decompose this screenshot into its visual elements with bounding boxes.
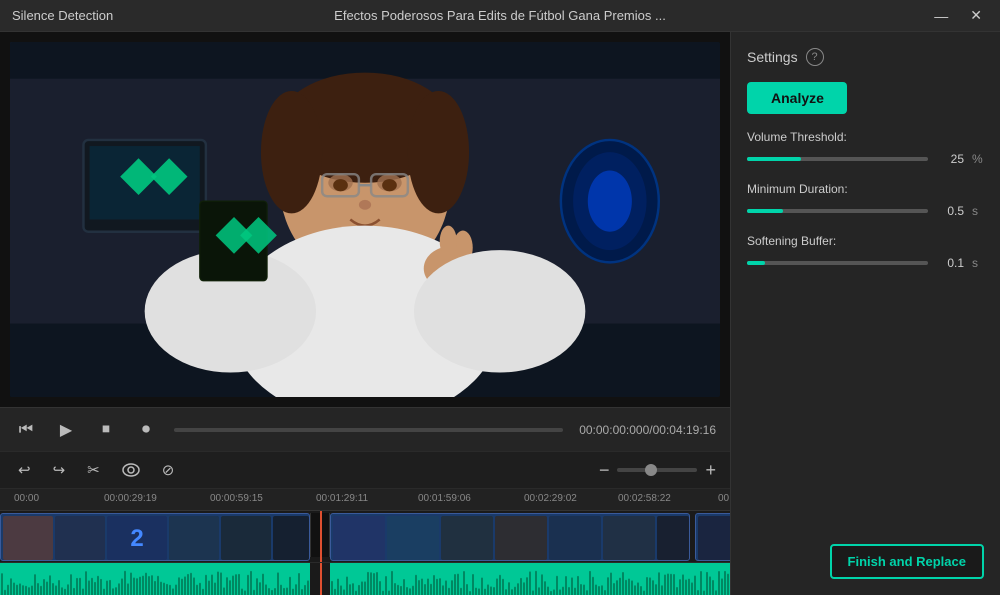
- timeline-area[interactable]: 00:00 00:00:29:19 00:00:59:15 00:01:29:1…: [0, 489, 730, 595]
- volume-threshold-unit: %: [972, 152, 984, 166]
- redo-button[interactable]: ↪: [49, 457, 70, 483]
- video-clip-2[interactable]: [330, 513, 690, 561]
- main-container: ⏮ ▶ ⏹ ⏺ 00:00:00:000/00:04:19:16 ↩ ↪ ✂ ⊘…: [0, 32, 1000, 595]
- audio-waveform-2: [330, 563, 730, 595]
- video-frame: [10, 42, 720, 397]
- softening-buffer-group: Softening Buffer: 0.1 s: [747, 234, 984, 270]
- settings-title: Settings: [747, 49, 798, 65]
- play-button[interactable]: ▶: [54, 418, 78, 442]
- min-duration-group: Minimum Duration: 0.5 s: [747, 182, 984, 218]
- help-icon[interactable]: ?: [806, 48, 824, 66]
- softening-buffer-row: 0.1 s: [747, 256, 984, 270]
- volume-threshold-group: Volume Threshold: 25 %: [747, 130, 984, 166]
- audio-waveform-1: [0, 563, 310, 595]
- edit-toolbar: ↩ ↪ ✂ ⊘ − +: [0, 451, 730, 489]
- audio-track: [0, 563, 730, 595]
- time-display: 00:00:00:000/00:04:19:16: [579, 423, 716, 437]
- ruler-mark-6: 00:02:58:22: [618, 493, 671, 504]
- progress-bar[interactable]: [174, 428, 563, 432]
- analyze-button[interactable]: Analyze: [747, 82, 847, 114]
- video-thumbnail: [10, 42, 720, 397]
- video-clip-3[interactable]: [695, 513, 730, 561]
- finish-replace-button[interactable]: Finish and Replace: [830, 544, 984, 579]
- view-button[interactable]: [118, 459, 144, 481]
- ruler-mark-4: 00:01:59:06: [418, 493, 471, 504]
- finish-btn-area: Finish and Replace: [747, 536, 984, 579]
- settings-header: Settings ?: [747, 48, 984, 66]
- min-duration-unit: s: [972, 204, 984, 218]
- video-clip-1[interactable]: 2: [0, 513, 310, 561]
- volume-threshold-value: 25: [936, 152, 964, 166]
- zoom-slider[interactable]: [617, 468, 697, 472]
- svg-text:2: 2: [130, 525, 143, 552]
- timeline-gap: [310, 513, 330, 557]
- min-duration-value: 0.5: [936, 204, 964, 218]
- ruler-mark-0: 00:00: [14, 493, 39, 504]
- playhead-audio: [320, 563, 322, 595]
- volume-threshold-track: [747, 157, 928, 161]
- right-panel: Settings ? Analyze Volume Threshold: 25 …: [730, 32, 1000, 595]
- close-button[interactable]: ✕: [964, 5, 988, 26]
- softening-buffer-track: [747, 261, 928, 265]
- loop-button[interactable]: ⏺: [134, 418, 158, 442]
- volume-threshold-row: 25 %: [747, 152, 984, 166]
- toolbar-right: − +: [599, 461, 716, 479]
- min-duration-row: 0.5 s: [747, 204, 984, 218]
- app-title: Silence Detection: [12, 8, 113, 23]
- min-duration-track: [747, 209, 928, 213]
- minimize-button[interactable]: —: [928, 5, 954, 26]
- zoom-out-button[interactable]: −: [599, 461, 610, 479]
- ruler-mark-5: 00:02:29:02: [524, 493, 577, 504]
- video-title: Efectos Poderosos Para Edits de Fútbol G…: [334, 8, 666, 23]
- window-controls: — ✕: [928, 5, 988, 26]
- cut-button[interactable]: ✂: [83, 457, 104, 483]
- ruler-mark-3: 00:01:29:11: [316, 493, 368, 504]
- ruler-mark-7: 00:03:28:17: [718, 493, 730, 504]
- stop-button[interactable]: ⏹: [94, 418, 118, 442]
- timeline-ruler: 00:00 00:00:29:19 00:00:59:15 00:01:29:1…: [0, 489, 730, 511]
- softening-buffer-value: 0.1: [936, 256, 964, 270]
- video-visual: [10, 42, 720, 397]
- disable-button[interactable]: ⊘: [158, 457, 179, 483]
- skip-back-button[interactable]: ⏮: [14, 418, 38, 442]
- ruler-mark-1: 00:00:29:19: [104, 493, 157, 504]
- softening-buffer-unit: s: [972, 256, 984, 270]
- left-panel: ⏮ ▶ ⏹ ⏺ 00:00:00:000/00:04:19:16 ↩ ↪ ✂ ⊘…: [0, 32, 730, 595]
- title-bar: Silence Detection Efectos Poderosos Para…: [0, 0, 1000, 32]
- min-duration-label: Minimum Duration:: [747, 182, 984, 196]
- volume-threshold-label: Volume Threshold:: [747, 130, 984, 144]
- video-track: 2: [0, 511, 730, 563]
- zoom-in-button[interactable]: +: [705, 461, 716, 479]
- undo-button[interactable]: ↩: [14, 457, 35, 483]
- ruler-mark-2: 00:00:59:15: [210, 493, 263, 504]
- softening-buffer-label: Softening Buffer:: [747, 234, 984, 248]
- video-preview-area: [0, 32, 730, 407]
- playback-controls: ⏮ ▶ ⏹ ⏺ 00:00:00:000/00:04:19:16: [0, 407, 730, 451]
- analyze-btn-container: Analyze: [747, 82, 984, 114]
